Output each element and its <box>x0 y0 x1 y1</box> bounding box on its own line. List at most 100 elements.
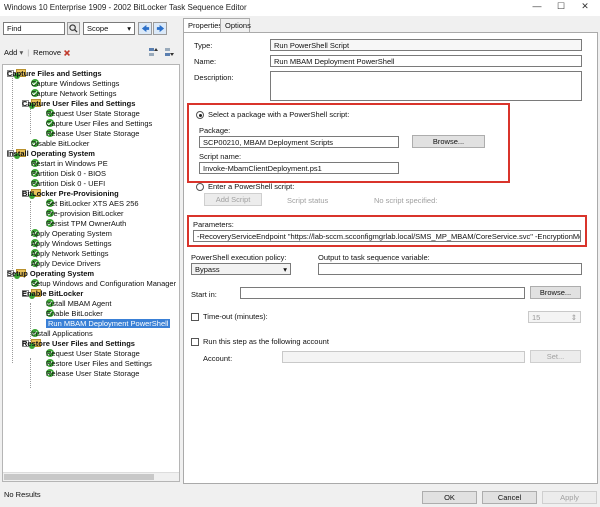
chevron-down-icon: ▾ <box>19 48 24 57</box>
spinner-icon: ⇕ <box>570 313 577 322</box>
tree-item[interactable]: Partition Disk 0 - BIOS <box>31 168 106 178</box>
scrollbar-thumb[interactable] <box>4 474 154 480</box>
forward-button[interactable] <box>153 22 167 35</box>
tree-group[interactable]: − Enable BitLocker <box>22 288 83 299</box>
select-package-radio[interactable] <box>196 111 204 119</box>
move-up-icon[interactable] <box>148 47 158 57</box>
name-field[interactable]: Run MBAM Deployment PowerShell <box>270 55 582 67</box>
tree-item[interactable]: Apply Device Drivers <box>31 258 101 268</box>
tree-horizontal-scrollbar[interactable] <box>3 472 179 481</box>
tab-options[interactable]: Options <box>220 18 251 32</box>
tree-group[interactable]: − Capture Files and Settings <box>7 68 102 79</box>
output-variable-field[interactable] <box>318 263 582 275</box>
tree-item[interactable]: Partition Disk 0 - UEFI <box>31 178 105 188</box>
tab-properties[interactable]: Properties <box>183 18 222 33</box>
start-in-field[interactable] <box>240 287 525 299</box>
properties-panel: Type: Run PowerShell Script Name: Run MB… <box>183 32 598 484</box>
tree-item[interactable]: Release User State Storage <box>46 128 139 138</box>
add-script-button[interactable]: Add Script <box>204 193 262 206</box>
description-field[interactable] <box>270 71 582 101</box>
script-name-field[interactable]: Invoke-MbamClientDeployment.ps1 <box>199 162 399 174</box>
tree-label: BitLocker Pre-Provisioning <box>22 188 119 198</box>
maximize-button[interactable]: ☐ <box>550 1 572 12</box>
scope-dropdown[interactable]: Scope ▾ <box>83 22 135 35</box>
find-input[interactable]: Find <box>3 22 65 35</box>
tree-item[interactable]: Capture Windows Settings <box>31 78 119 88</box>
add-label: Add <box>4 48 18 57</box>
delete-icon <box>64 49 71 56</box>
close-button[interactable]: ✕ <box>574 1 596 12</box>
tree-item[interactable]: Capture Network Settings <box>31 88 116 98</box>
tree-item[interactable]: Set BitLocker XTS AES 256 <box>46 198 139 208</box>
package-label: Package: <box>199 126 231 135</box>
tree-label: Apply Operating System <box>31 228 112 238</box>
move-down-icon[interactable] <box>164 47 174 57</box>
set-account-button[interactable]: Set... <box>530 350 581 363</box>
tree-item[interactable]: Apply Network Settings <box>31 248 109 258</box>
tree-item[interactable]: Restart in Windows PE <box>31 158 108 168</box>
execution-policy-dropdown[interactable]: Bypass ▾ <box>191 263 291 275</box>
tree-group[interactable]: − Setup Operating System <box>7 268 94 279</box>
script-name-label: Script name: <box>199 152 242 161</box>
timeout-stepper[interactable]: 15 ⇕ <box>528 311 581 323</box>
tree-group[interactable]: − Install Operating System <box>7 148 95 159</box>
minimize-button[interactable]: — <box>526 1 548 11</box>
tree-item[interactable]: Apply Operating System <box>31 228 112 238</box>
tree-item[interactable]: Release User State Storage <box>46 368 139 378</box>
arrow-left-icon <box>141 24 149 33</box>
remove-label: Remove <box>33 48 62 57</box>
parameters-field[interactable]: -RecoveryServiceEndpoint "https://lab-sc… <box>193 230 581 242</box>
tree-group[interactable]: − Capture User Files and Settings <box>22 98 135 109</box>
tree-label: Apply Windows Settings <box>31 238 112 248</box>
tree-label: Capture Windows Settings <box>31 78 120 88</box>
apply-button[interactable]: Apply <box>542 491 597 504</box>
tree-label: Partition Disk 0 - UEFI <box>31 178 106 188</box>
tree-item[interactable]: Pre-provision BitLocker <box>46 208 124 218</box>
start-in-label: Start in: <box>191 290 217 299</box>
enter-script-label: Enter a PowerShell script: <box>208 182 295 191</box>
tree-item[interactable]: Setup Windows and Configuration Manager <box>31 278 176 288</box>
tree-item[interactable]: Install MBAM Agent <box>46 298 111 308</box>
tree-label: Pre-provision BitLocker <box>46 208 124 218</box>
tree-item[interactable]: Enable BitLocker <box>46 308 103 318</box>
timeout-checkbox[interactable] <box>191 313 199 321</box>
run-as-label: Run this step as the following account <box>203 337 329 346</box>
enter-script-radio[interactable] <box>196 183 204 191</box>
tree-item[interactable]: Capture User Files and Settings <box>46 118 152 128</box>
find-button[interactable] <box>67 22 80 35</box>
back-button[interactable] <box>138 22 152 35</box>
browse-start-in-button[interactable]: Browse... <box>530 286 581 299</box>
add-menu[interactable]: Add ▾ <box>4 48 23 57</box>
tree-item[interactable]: Disable BitLocker <box>31 138 89 148</box>
tree-item[interactable]: Request User State Storage <box>46 108 140 118</box>
tree-label: Persist TPM OwnerAuth <box>46 218 127 228</box>
tree-group[interactable]: − Restore User Files and Settings <box>22 338 135 349</box>
tree-label: Run MBAM Deployment PowerShell <box>46 318 171 328</box>
tree-group[interactable]: − BitLocker Pre-Provisioning <box>22 188 119 199</box>
tree-label: Release User State Storage <box>46 128 140 138</box>
remove-button[interactable]: Remove <box>33 48 71 57</box>
run-as-checkbox[interactable] <box>191 338 199 346</box>
account-field[interactable] <box>282 351 525 363</box>
tree-item[interactable]: Persist TPM OwnerAuth <box>46 218 126 228</box>
tree-label: Restore User Files and Settings <box>22 338 135 348</box>
tree-label: Capture User Files and Settings <box>46 118 153 128</box>
ok-button[interactable]: OK <box>422 491 477 504</box>
tree-label: Capture Network Settings <box>31 88 117 98</box>
cancel-button[interactable]: Cancel <box>482 491 537 504</box>
package-field[interactable]: SCP00210, MBAM Deployment Scripts <box>199 136 399 148</box>
tree-item-selected[interactable]: Run MBAM Deployment PowerShell <box>46 318 171 328</box>
tree-label: Restart in Windows PE <box>31 158 108 168</box>
tree-guide-line <box>30 108 31 134</box>
tree-item[interactable]: Request User State Storage <box>46 348 140 358</box>
task-sequence-tree[interactable]: − Capture Files and Settings Capture Wind… <box>2 64 180 482</box>
tree-item[interactable]: Install Applications <box>31 328 93 338</box>
tree-label: Capture Files and Settings <box>7 68 102 78</box>
tree-item[interactable]: Restore User Files and Settings <box>46 358 152 368</box>
no-script-label: No script specified: <box>374 196 438 205</box>
tree-label: Install Applications <box>31 328 93 338</box>
browse-package-button[interactable]: Browse... <box>412 135 485 148</box>
scope-value: Scope <box>87 24 109 33</box>
tree-item[interactable]: Apply Windows Settings <box>31 238 111 248</box>
select-package-label: Select a package with a PowerShell scrip… <box>208 110 350 119</box>
